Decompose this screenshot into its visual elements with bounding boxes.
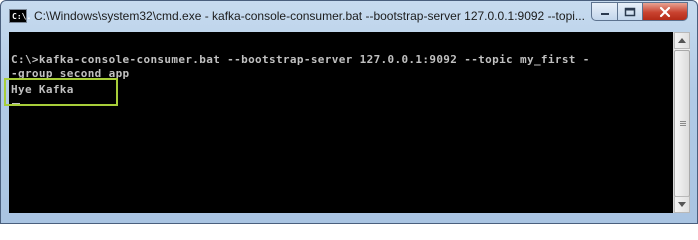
thumb-grip [680,125,686,126]
scroll-down-arrow-icon [678,202,686,207]
highlight-box [4,78,118,106]
thumb-grip [680,121,686,122]
console-output[interactable]: C:\>kafka-console-consumer.bat --bootstr… [9,32,673,213]
close-icon [659,6,671,17]
scrollbar-thumb[interactable] [674,50,690,197]
minimize-button[interactable] [591,2,618,21]
vertical-scrollbar[interactable] [673,32,690,213]
cmd-window: C:\. C:\Windows\system32\cmd.exe - kafka… [0,0,698,224]
close-button[interactable] [642,2,688,21]
scroll-down-button[interactable] [674,196,690,213]
scroll-up-button[interactable] [674,32,690,49]
thumb-grip [680,123,686,124]
window-title: C:\Windows\system32\cmd.exe - kafka-cons… [34,9,585,23]
maximize-icon [624,7,636,16]
scroll-up-arrow-icon [678,38,686,43]
console-line-command: C:\>kafka-console-consumer.bat --bootstr… [11,53,590,66]
maximize-button[interactable] [617,2,643,21]
minimize-icon [600,12,609,15]
cmd-app-icon[interactable]: C:\. [9,9,31,23]
title-bar[interactable]: C:\. C:\Windows\system32\cmd.exe - kafka… [1,1,697,31]
